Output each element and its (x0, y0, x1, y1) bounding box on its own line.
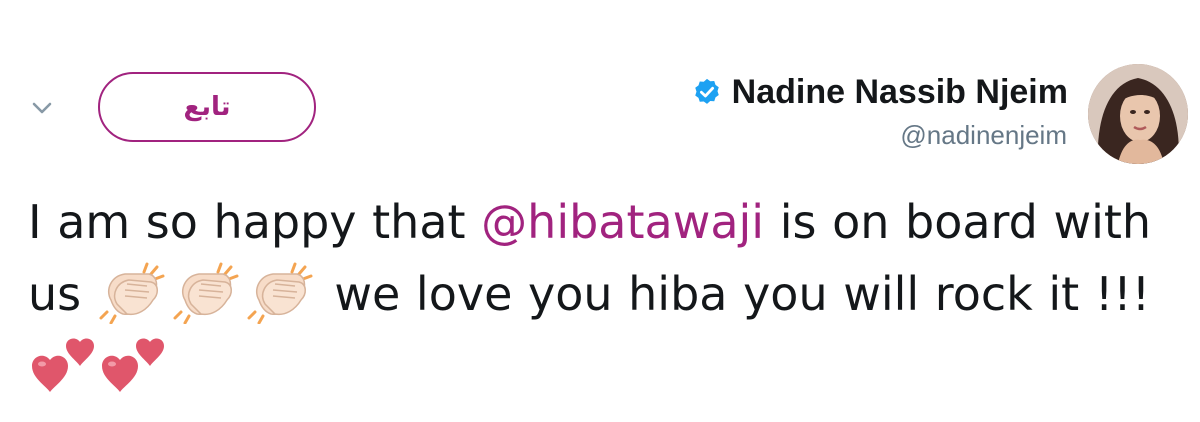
clapping-hands-icon (245, 260, 319, 324)
mention-link[interactable]: @hibatawaji (481, 195, 764, 249)
tweet-card: تابع Nadine Nassib Njeim @nadinenjeim I … (0, 0, 1200, 422)
tweet-text: I am so happy that @hibatawaji is on boa… (28, 186, 1178, 402)
tweet-text-part1: I am so happy that (28, 195, 482, 249)
chevron-down-icon[interactable] (30, 96, 54, 120)
author-name-row[interactable]: Nadine Nassib Njeim (692, 70, 1068, 114)
clapping-hands-icon (171, 260, 245, 324)
avatar[interactable] (1088, 64, 1188, 164)
author-display-name: Nadine Nassib Njeim (731, 72, 1068, 111)
two-hearts-icon (98, 332, 168, 396)
clapping-hands-icon (97, 260, 171, 324)
tweet-text-part3: we love you hiba you will rock it !!! (318, 267, 1151, 321)
author-handle[interactable]: @nadinenjeim (900, 120, 1067, 151)
follow-button[interactable]: تابع (98, 72, 316, 142)
two-hearts-icon (28, 332, 98, 396)
follow-button-label: تابع (183, 92, 231, 122)
verified-badge-icon (692, 77, 722, 107)
